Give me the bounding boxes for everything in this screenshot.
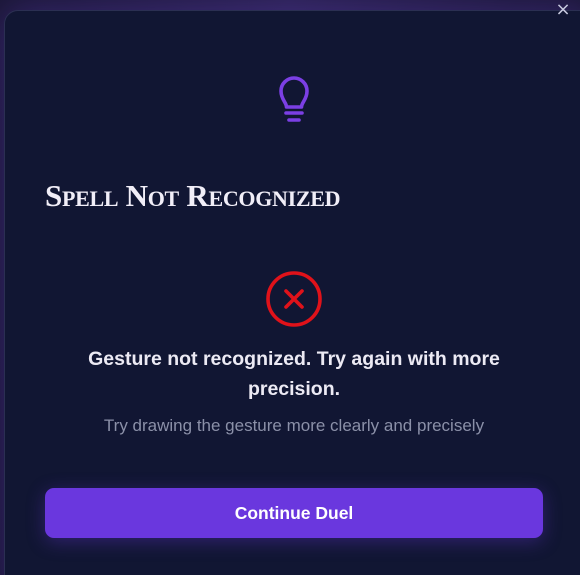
- dialog-title: Spell Not Recognized: [45, 178, 341, 213]
- close-button[interactable]: ×: [552, 0, 574, 22]
- x-circle-icon: [266, 271, 322, 327]
- continue-duel-button[interactable]: Continue Duel: [45, 488, 543, 538]
- lightbulb-icon: [279, 76, 309, 122]
- hint-text: Try drawing the gesture more clearly and…: [103, 416, 485, 435]
- close-icon: ×: [555, 0, 571, 20]
- error-message: Gesture not recognized. Try again with m…: [88, 348, 500, 400]
